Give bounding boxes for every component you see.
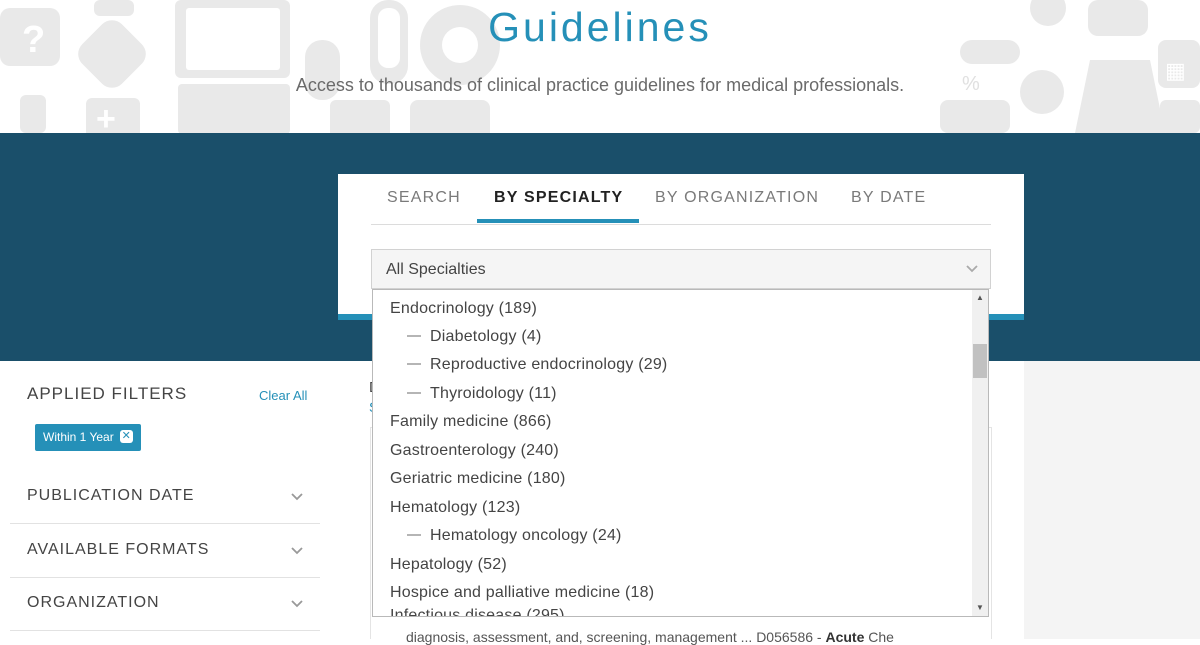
chevron-down-icon [966, 265, 978, 273]
clear-all-link[interactable]: Clear All [259, 388, 307, 403]
option-diabetology[interactable]: Diabetology (4) [407, 328, 542, 346]
option-label: Hematology (123) [390, 499, 521, 516]
page-title: Guidelines [488, 4, 712, 50]
option-hematology[interactable]: Hematology (123) [390, 499, 520, 517]
option-label: Endocrinology (189) [390, 300, 537, 317]
option-label: Family medicine (866) [390, 413, 552, 430]
chevron-down-icon [291, 493, 303, 501]
hero-banner: ? + ▦ % Guidelines Access to thousands o… [0, 0, 1200, 133]
option-infectious-disease[interactable]: Infectious disease (295) [390, 607, 565, 617]
option-endocrinology[interactable]: Endocrinology (189) [390, 300, 537, 318]
option-label: Diabetology (4) [430, 328, 542, 345]
filter-chip-label: Within 1 Year [43, 430, 114, 444]
result-snippet-highlight: Acute [825, 629, 865, 645]
option-label: Geriatric medicine (180) [390, 470, 566, 487]
option-label: Gastroenterology (240) [390, 442, 559, 459]
page-subtitle: Access to thousands of clinical practice… [0, 75, 1200, 96]
filters-sidebar: APPLIED FILTERS Clear All Within 1 Year ✕… [0, 361, 338, 639]
option-label: Thyroidology (11) [430, 385, 557, 402]
page-subtitle-text: Access to thousands of clinical practice… [295, 75, 905, 95]
filter-chip-within-1-year[interactable]: Within 1 Year ✕ [35, 424, 141, 451]
scroll-up-arrow-icon[interactable]: ▲ [972, 290, 988, 306]
tab-by-organization[interactable]: BY ORGANIZATION [655, 189, 819, 207]
sub-item-dash-icon [407, 533, 421, 536]
specialty-select[interactable]: All Specialties [371, 249, 991, 289]
facet-organization[interactable]: ORGANIZATION [10, 578, 320, 631]
option-label: Reproductive endocrinology (29) [430, 356, 668, 373]
facet-label: ORGANIZATION [27, 594, 160, 611]
active-tab-indicator [477, 219, 639, 223]
specialty-select-value: All Specialties [386, 261, 486, 278]
option-hospice-palliative[interactable]: Hospice and palliative medicine (18) [390, 584, 654, 602]
option-reproductive-endocrinology[interactable]: Reproductive endocrinology (29) [407, 356, 667, 374]
option-geriatric-medicine[interactable]: Geriatric medicine (180) [390, 470, 566, 488]
search-tabs: SEARCH BY SPECIALTY BY ORGANIZATION BY D… [371, 174, 991, 225]
option-thyroidology[interactable]: Thyroidology (11) [407, 385, 557, 403]
chevron-down-icon [291, 600, 303, 608]
sub-item-dash-icon [407, 362, 421, 365]
scroll-thumb[interactable] [973, 344, 987, 378]
right-grey-panel [1024, 361, 1200, 639]
option-hematology-oncology[interactable]: Hematology oncology (24) [407, 527, 622, 545]
result-snippet-suffix: Che [864, 629, 894, 645]
option-label: Hospice and palliative medicine (18) [390, 584, 655, 601]
remove-filter-icon[interactable]: ✕ [119, 430, 133, 444]
option-family-medicine[interactable]: Family medicine (866) [390, 413, 552, 431]
facet-label: PUBLICATION DATE [27, 487, 195, 504]
tab-search[interactable]: SEARCH [387, 189, 461, 207]
tab-by-specialty[interactable]: BY SPECIALTY [494, 189, 623, 207]
applied-filters-title: APPLIED FILTERS [27, 384, 188, 403]
svg-text:+: + [96, 100, 116, 133]
option-hepatology[interactable]: Hepatology (52) [390, 556, 507, 574]
option-label: Infectious disease (295) [390, 607, 565, 617]
facet-label: AVAILABLE FORMATS [27, 541, 210, 558]
sub-item-dash-icon [407, 391, 421, 394]
facet-available-formats[interactable]: AVAILABLE FORMATS [10, 525, 320, 578]
dropdown-scrollbar[interactable]: ▲ ▼ [972, 290, 988, 616]
specialty-dropdown-list[interactable]: Endocrinology (189) Diabetology (4) Repr… [372, 289, 989, 617]
sub-item-dash-icon [407, 334, 421, 337]
chevron-down-icon [291, 547, 303, 555]
result-snippet: diagnosis, assessment, and, screening, m… [406, 629, 894, 645]
option-gastroenterology[interactable]: Gastroenterology (240) [390, 442, 559, 460]
scroll-down-arrow-icon[interactable]: ▼ [972, 600, 988, 616]
result-snippet-prefix: diagnosis, assessment, and, screening, m… [406, 629, 826, 645]
tab-by-date[interactable]: BY DATE [851, 189, 926, 207]
option-label: Hematology oncology (24) [430, 527, 622, 544]
option-label: Hepatology (52) [390, 556, 507, 573]
facet-publication-date[interactable]: PUBLICATION DATE [10, 471, 320, 524]
